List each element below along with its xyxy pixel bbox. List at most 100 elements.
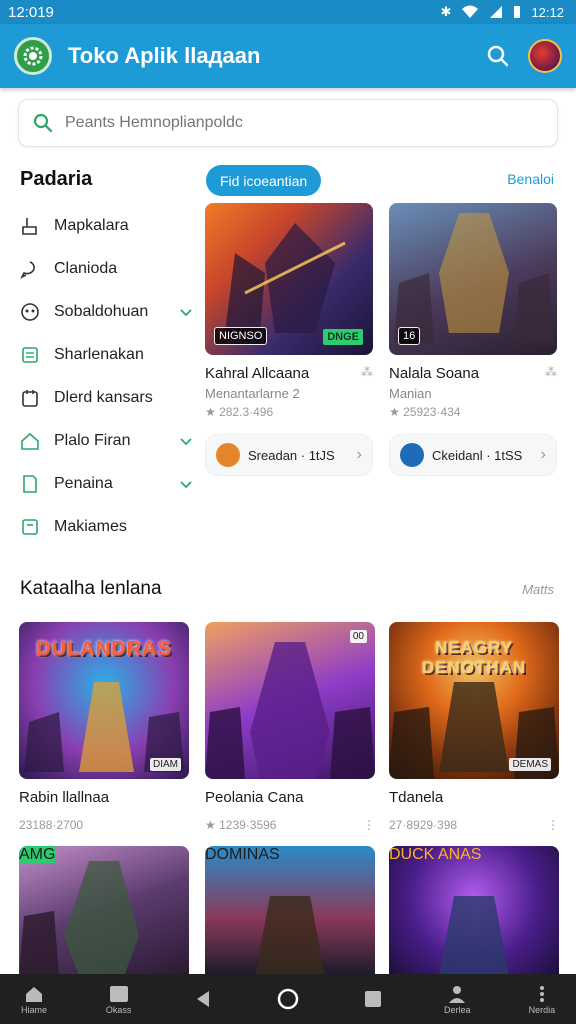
game-card-image: 00 <box>205 622 375 779</box>
section-title: Kataalha lenlana <box>20 578 162 599</box>
nav-back[interactable] <box>183 988 223 1010</box>
sidebar-item-label: Mapkalara <box>54 216 129 234</box>
gear-logo-icon[interactable] <box>14 37 52 75</box>
nav-item-label: Derlea <box>444 1005 471 1015</box>
mini-app-label: Ckeidanl · 1tSS <box>432 447 523 463</box>
app-icon <box>400 443 424 467</box>
sidebar-item-label: Clanioda <box>54 259 118 277</box>
recents-icon <box>362 988 384 1010</box>
nav-home[interactable] <box>268 988 308 1010</box>
featured-card-rating: ★ 25923·434 <box>389 405 461 419</box>
sidebar-item-dlerd-kansars[interactable]: Dlerd kansars <box>18 376 194 419</box>
status-battery-time: 12:12 <box>531 4 564 20</box>
nav-item-profile[interactable]: Derlea <box>437 983 477 1015</box>
inbox-icon <box>108 983 130 1005</box>
search-icon[interactable] <box>478 36 518 76</box>
chat-icon <box>18 257 42 281</box>
sparkle-icon: ⁂ <box>361 365 373 379</box>
game-card[interactable]: DOMINAS <box>205 846 375 976</box>
chevron-down-icon[interactable] <box>178 433 194 449</box>
more-vert-icon[interactable]: ⋮ <box>363 818 375 832</box>
sparkle-icon: ⁂ <box>545 365 557 379</box>
app-icon <box>216 443 240 467</box>
bluetooth-icon: ✱ <box>440 4 452 19</box>
gamepad-icon <box>18 300 42 324</box>
sidebar-item-plalo-firan[interactable]: Plalo Firan <box>18 419 194 462</box>
game-card[interactable]: DULANDRAS DIAM Rabin llallnaa 23188·2700 <box>19 622 189 832</box>
status-icons: ✱ 12:12 <box>441 4 564 20</box>
game-card-tag: DEMAS <box>509 758 551 771</box>
featured-card-title: Nalala Soana <box>389 365 480 382</box>
search-bar <box>18 99 558 147</box>
sidebar-item-label: Penaina <box>54 474 113 492</box>
game-card-name: Peolania Cana <box>205 789 304 806</box>
sidebar-item-label: Sharlenakan <box>54 345 144 363</box>
featured-chip[interactable]: Fid icoeantian <box>206 165 322 196</box>
list-icon <box>18 343 42 367</box>
calendar-icon <box>18 386 42 410</box>
nav-item-more[interactable]: Nerdia <box>522 983 562 1015</box>
signal-icon <box>490 6 503 18</box>
featured-card-subtitle: Menantarlarne 2 <box>205 386 300 401</box>
battery-icon <box>514 6 521 18</box>
game-card[interactable]: DUCK ANAS <box>389 846 559 976</box>
game-card-tag: DIAM <box>150 758 181 771</box>
back-icon <box>192 988 214 1010</box>
featured-card[interactable]: NIGNSO DNGE Kahral Allcaana ⁂ Menantarla… <box>205 203 373 419</box>
home-icon <box>18 429 42 453</box>
sidebar-item-sharlenakan[interactable]: Sharlenakan <box>18 333 194 376</box>
avatar[interactable] <box>528 39 562 73</box>
featured-see-all-link[interactable]: Benaloi <box>507 171 554 187</box>
game-card-meta: 27·8929·398 <box>389 818 458 832</box>
box-icon <box>18 515 42 539</box>
nav-recents[interactable] <box>353 988 393 1010</box>
chevron-right-icon: › <box>540 446 546 463</box>
sidebar-item-label: Dlerd kansars <box>54 388 153 406</box>
nav-item-label: Nerdia <box>528 1005 556 1015</box>
mini-app-button[interactable]: Sreadan · 1tJS › <box>205 434 373 476</box>
status-bar: 12:019 ✱ 12:12 <box>0 0 576 24</box>
featured-card[interactable]: 16 Nalala Soana ⁂ Manian ★ 25923·434 <box>389 203 557 419</box>
home-icon <box>23 983 45 1005</box>
sidebar-item-clanioda[interactable]: Clanioda <box>18 247 194 290</box>
featured-card-title: Kahral Allcaana <box>205 365 310 382</box>
game-card-image: DUCK ANAS <box>389 846 559 976</box>
sidebar-item-mapkalara[interactable]: Mapkalara <box>18 204 194 247</box>
chevron-down-icon[interactable] <box>178 476 194 492</box>
nav-item-label: Hiame <box>20 1005 47 1015</box>
doc-icon <box>18 472 42 496</box>
nav-item-inbox[interactable]: Okass <box>99 983 139 1015</box>
featured-card-image: NIGNSO DNGE <box>205 203 373 355</box>
search-input[interactable] <box>65 114 525 132</box>
sidebar-item-penaina[interactable]: Penaina <box>18 462 194 505</box>
mini-app-label: Sreadan · 1tJS <box>248 447 335 463</box>
sidebar-item-sobaldohuan[interactable]: Sobaldohuan <box>18 290 194 333</box>
game-card-image: DULANDRAS DIAM <box>19 622 189 779</box>
chevron-down-icon[interactable] <box>178 304 194 320</box>
app-bar: Toko Aplik llaдaan <box>0 24 576 88</box>
game-card-name: Tdanela <box>389 789 444 806</box>
game-card[interactable]: AMG <box>19 846 189 976</box>
person-icon <box>446 983 468 1005</box>
featured-card-image: 16 <box>389 203 557 355</box>
mini-app-button[interactable]: Ckeidanl · 1tSS › <box>389 434 557 476</box>
game-card-image: DOMINAS <box>205 846 375 976</box>
home-circle-icon <box>277 988 299 1010</box>
game-card-meta: ★ 1239·3596 <box>205 818 277 832</box>
nav-item-home[interactable]: Hiame <box>14 983 54 1015</box>
game-card-meta: 23188·2700 <box>19 818 84 832</box>
sidebar-item-makiames[interactable]: Makiames <box>18 505 194 548</box>
sidebar-item-label: Sobaldohuan <box>54 302 149 320</box>
game-card-image: AMG <box>19 846 189 976</box>
game-card-tag: 00 <box>349 630 367 643</box>
status-time: 12:019 <box>8 3 54 21</box>
sidebar-title: Padaria <box>20 168 93 190</box>
sidebar-item-label: Plalo Firan <box>54 431 131 449</box>
nav-item-label: Okass <box>105 1005 132 1015</box>
section-see-all-link[interactable]: Matts <box>522 582 554 597</box>
game-card[interactable]: 00 Peolania Cana ★ 1239·3596 ⋮ <box>205 622 375 832</box>
game-card[interactable]: NEAGRY DENOTHAN DEMAS Tdanela 27·8929·39… <box>389 622 559 832</box>
game-card-image: NEAGRY DENOTHAN DEMAS <box>389 622 559 779</box>
featured-card-badge: 16 <box>398 327 421 345</box>
more-vert-icon[interactable]: ⋮ <box>547 818 559 832</box>
